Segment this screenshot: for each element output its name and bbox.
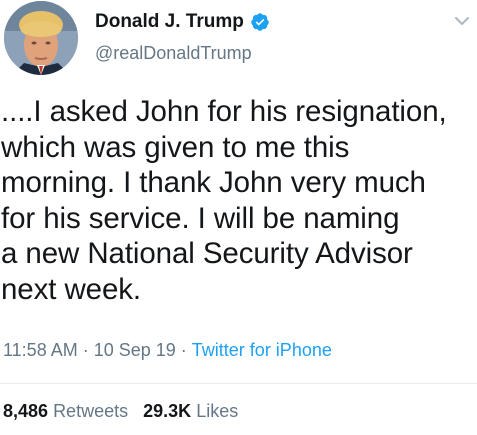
avatar[interactable]	[4, 1, 78, 75]
likes-label[interactable]: Likes	[196, 401, 238, 422]
handle[interactable]: @realDonaldTrump	[95, 43, 270, 64]
tweet-header: Donald J. Trump @realDonaldTrump	[0, 0, 477, 86]
tweet-author: Donald J. Trump @realDonaldTrump	[95, 9, 270, 64]
chevron-down-icon[interactable]	[453, 14, 471, 26]
likes-count[interactable]: 29.3K	[143, 401, 191, 422]
meta-separator: ·	[77, 340, 94, 360]
retweets-label[interactable]: Retweets	[53, 401, 128, 422]
tweet-text: ....I asked John for his resignation, wh…	[1, 95, 447, 306]
retweets-count[interactable]: 8,486	[3, 401, 48, 422]
tweet-meta: 11:58 AM · 10 Sep 19 · Twitter for iPhon…	[3, 340, 332, 361]
tweet-source-link[interactable]: Twitter for iPhone	[192, 340, 332, 361]
display-name-row: Donald J. Trump	[95, 9, 270, 35]
tweet: Donald J. Trump @realDonaldTrump ....I a…	[0, 0, 477, 435]
tweet-date[interactable]: 10 Sep 19	[94, 340, 176, 361]
tweet-time[interactable]: 11:58 AM	[3, 340, 78, 361]
verified-badge-icon	[250, 12, 270, 32]
display-name[interactable]: Donald J. Trump	[95, 11, 244, 33]
tweet-stats: 8,486 Retweets 29.3K Likes	[3, 401, 238, 422]
meta-separator: ·	[175, 340, 192, 360]
divider	[0, 383, 477, 384]
